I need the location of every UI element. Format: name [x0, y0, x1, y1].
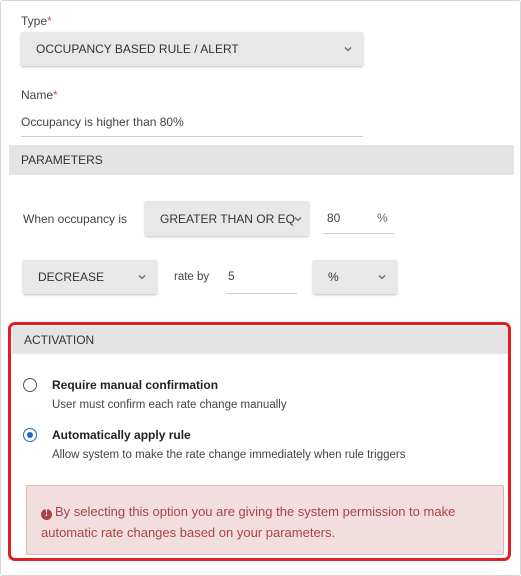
- name-label-text: Name: [21, 88, 54, 102]
- direction-select-value: DECREASE: [38, 270, 105, 284]
- threshold-value: 80: [327, 211, 341, 225]
- rate-unit-select[interactable]: %: [313, 260, 397, 294]
- required-mark: *: [47, 14, 52, 28]
- rate-by-label: rate by: [174, 271, 210, 283]
- rate-input[interactable]: 5: [226, 264, 297, 294]
- threshold-input[interactable]: 80 %: [323, 204, 394, 234]
- type-label-text: Type: [21, 14, 48, 28]
- name-label: Name*: [21, 88, 58, 102]
- type-select-value: OCCUPANCY BASED RULE / ALERT: [36, 42, 239, 56]
- name-input-value: Occupancy is higher than 80%: [21, 115, 184, 129]
- chevron-down-icon: [378, 275, 386, 280]
- activation-highlight-border: [8, 322, 511, 561]
- threshold-unit: %: [377, 211, 388, 225]
- direction-select[interactable]: DECREASE: [23, 260, 157, 294]
- type-label: Type*: [21, 14, 52, 28]
- chevron-down-icon: [344, 47, 352, 52]
- chevron-down-icon: [294, 216, 302, 221]
- parameters-section-header: PARAMETERS: [9, 145, 514, 175]
- rate-unit-value: %: [328, 270, 339, 284]
- type-select[interactable]: OCCUPANCY BASED RULE / ALERT: [21, 32, 363, 66]
- condition-label: When occupancy is: [23, 212, 128, 226]
- comparison-select-value: GREATER THAN OR EQ: [160, 211, 295, 226]
- rate-value: 5: [228, 269, 235, 283]
- name-input[interactable]: Occupancy is higher than 80%: [21, 109, 363, 137]
- comparison-select[interactable]: GREATER THAN OR EQ: [145, 201, 309, 236]
- parameters-title: PARAMETERS: [21, 153, 103, 167]
- required-mark: *: [53, 88, 58, 102]
- chevron-down-icon: [138, 275, 146, 280]
